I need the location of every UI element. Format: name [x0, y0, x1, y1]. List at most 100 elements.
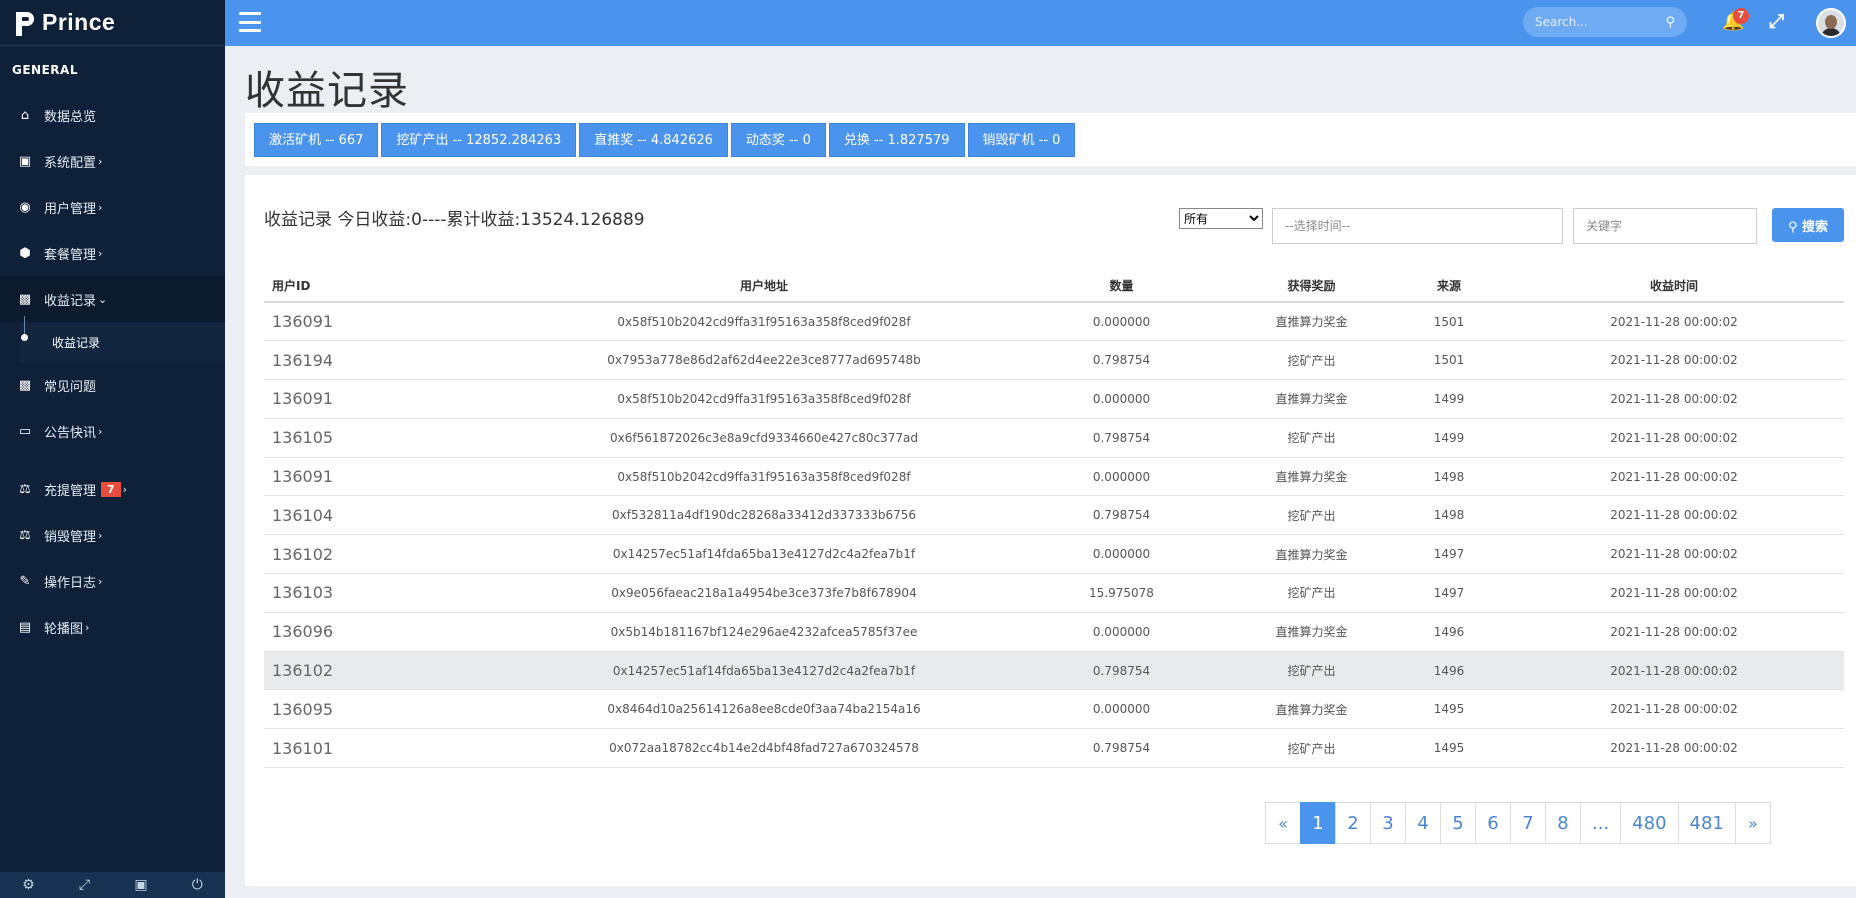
sidebar-item-label: 操作日志	[44, 575, 97, 591]
cell-address: 0x14257ec51af14fda65ba13e4127d2c4a2fea7b…	[514, 651, 1014, 691]
table-row[interactable]: 136194 0x7953a778e86d2af62d4ee22e3ce8777…	[264, 340, 1844, 381]
active-dot-icon	[21, 334, 28, 341]
brand[interactable]: Prince	[0, 0, 225, 46]
cell-time: 2021-11-28 00:00:02	[1504, 728, 1844, 769]
search-input[interactable]	[1535, 15, 1655, 29]
stat-direct-bonus[interactable]: 直推奖 -- 4.842626	[579, 122, 728, 157]
cell-source: 1497	[1394, 573, 1504, 613]
menu-toggle-icon[interactable]	[239, 12, 261, 32]
records-table: 用户ID 用户地址 数量 获得奖励 来源 收益时间 136091 0x58f51…	[264, 270, 1844, 769]
stat-activated-miners[interactable]: 激活矿机 -- 667	[254, 122, 379, 157]
table-row[interactable]: 136095 0x8464d10a25614126a8ee8cde0f3aa74…	[264, 689, 1844, 730]
money-icon: ▩	[18, 377, 32, 393]
sidebar-item-label: 常见问题	[44, 379, 97, 395]
table-row[interactable]: 136103 0x9e056faeac218a1a4954be3ce373fe7…	[264, 573, 1844, 613]
expand-icon[interactable]: ⤢	[79, 877, 90, 893]
cell-source: 1501	[1394, 340, 1504, 381]
sidebar-item-system-config[interactable]: ▣ 系统配置 ›	[0, 138, 225, 184]
table-row[interactable]: 136091 0x58f510b2042cd9ffa31f95163a358f8…	[264, 457, 1844, 497]
cell-time: 2021-11-28 00:00:02	[1504, 495, 1844, 536]
cell-time: 2021-11-28 00:00:02	[1504, 689, 1844, 730]
cell-time: 2021-11-28 00:00:02	[1504, 651, 1844, 691]
keyword-input[interactable]	[1573, 208, 1757, 244]
cell-address: 0x9e056faeac218a1a4954be3ce373fe7b8f6789…	[514, 573, 1014, 613]
stat-dynamic-bonus[interactable]: 动态奖 -- 0	[730, 122, 826, 157]
power-icon[interactable]: ⏻	[192, 877, 203, 893]
sidebar-item-dashboard[interactable]: ⌂ 数据总览	[0, 92, 225, 138]
cell-address: 0x6f561872026c3e8a9cfd9334660e427c80c377…	[514, 418, 1014, 458]
cell-user-id: 136091	[264, 457, 514, 497]
cell-amount: 0.798754	[1014, 651, 1229, 691]
table-row[interactable]: 136102 0x14257ec51af14fda65ba13e4127d2c4…	[264, 651, 1844, 691]
cell-source: 1501	[1394, 302, 1504, 342]
table-row[interactable]: 136091 0x58f510b2042cd9ffa31f95163a358f8…	[264, 302, 1844, 342]
table-row[interactable]: 136091 0x58f510b2042cd9ffa31f95163a358f8…	[264, 379, 1844, 419]
pagination-ellipsis: ...	[1580, 802, 1622, 844]
scale-icon: ⚖	[19, 481, 31, 497]
avatar[interactable]	[1816, 8, 1846, 38]
stat-burned-miners[interactable]: 销毁矿机 -- 0	[967, 122, 1076, 157]
sidebar-item-operation-log[interactable]: ✎ 操作日志 ›	[0, 558, 225, 604]
pagination-page[interactable]: 3	[1370, 802, 1406, 844]
stat-exchange[interactable]: 兑换 -- 1.827579	[828, 122, 965, 157]
table-row[interactable]: 136101 0x072aa18782cc4b14e2d4bf48fad727a…	[264, 728, 1844, 769]
sidebar-item-package-management[interactable]: ⬢ 套餐管理 ›	[0, 230, 225, 276]
search-icon[interactable]: ⚲	[1665, 15, 1675, 30]
cell-amount: 0.798754	[1014, 340, 1229, 381]
table-row[interactable]: 136105 0x6f561872026c3e8a9cfd9334660e427…	[264, 418, 1844, 458]
chevron-right-icon: ›	[98, 424, 103, 438]
search-button[interactable]: ⚲ 搜索	[1772, 208, 1844, 242]
sidebar-item-user-management[interactable]: ◉ 用户管理 ›	[0, 184, 225, 230]
cell-address: 0x14257ec51af14fda65ba13e4127d2c4a2fea7b…	[514, 534, 1014, 575]
pagination-next[interactable]: »	[1734, 802, 1771, 844]
sidebar-item-earnings[interactable]: ▩ 收益记录 ⌄	[0, 276, 225, 322]
cell-source: 1495	[1394, 728, 1504, 769]
pagination-page[interactable]: 8	[1545, 802, 1581, 844]
cell-address: 0x7953a778e86d2af62d4ee22e3ce8777ad69574…	[514, 340, 1014, 381]
cell-address: 0x58f510b2042cd9ffa31f95163a358f8ced9f02…	[514, 379, 1014, 419]
type-filter-select[interactable]: 所有	[1179, 208, 1263, 229]
pagination-page[interactable]: 6	[1475, 802, 1511, 844]
sidebar-item-faq[interactable]: ▩ 常见问题	[0, 362, 225, 408]
cell-source: 1499	[1394, 418, 1504, 458]
sidebar-subitem-label: 收益记录	[52, 335, 101, 350]
pagination-prev[interactable]: «	[1265, 802, 1301, 844]
cell-address: 0x072aa18782cc4b14e2d4bf48fad727a6703245…	[514, 728, 1014, 769]
cell-user-id: 136101	[264, 728, 514, 769]
gear-icon[interactable]: ⚙	[22, 877, 35, 893]
chevron-right-icon: ›	[98, 200, 103, 214]
cell-reward: 挖矿产出	[1229, 340, 1394, 381]
pagination-page[interactable]: 4	[1405, 802, 1441, 844]
cell-user-id: 136102	[264, 534, 514, 575]
sidebar-item-label: 收益记录	[44, 293, 97, 309]
pagination-page[interactable]: 5	[1440, 802, 1476, 844]
cell-amount: 0.000000	[1014, 689, 1229, 730]
table-row[interactable]: 136096 0x5b14b181167bf124e296ae4232afcea…	[264, 612, 1844, 652]
records-panel: 收益记录 今日收益:0----累计收益:13524.126889 所有 ⚲ 搜索…	[245, 175, 1856, 886]
sidebar-item-burn-management[interactable]: ⚖ 销毁管理 ›	[0, 512, 225, 558]
sidebar-item-deposit-withdraw[interactable]: ⚖ 充提管理 7 ›	[0, 466, 225, 512]
sidebar-subitem-earnings-records[interactable]: 收益记录	[20, 316, 225, 362]
cell-user-id: 136194	[264, 340, 514, 381]
sidebar-item-announcements[interactable]: ▭ 公告快讯 ›	[0, 408, 225, 454]
lock-icon[interactable]: ▣	[134, 877, 147, 893]
cell-amount: 0.798754	[1014, 418, 1229, 458]
cell-time: 2021-11-28 00:00:02	[1504, 302, 1844, 342]
sidebar-item-label: 公告快讯	[44, 425, 97, 441]
table-row[interactable]: 136104 0xf532811a4df190dc28268a33412d337…	[264, 495, 1844, 536]
cell-reward: 直推算力奖金	[1229, 612, 1394, 652]
table-row[interactable]: 136102 0x14257ec51af14fda65ba13e4127d2c4…	[264, 534, 1844, 575]
pagination-page[interactable]: 7	[1510, 802, 1546, 844]
topbar-search[interactable]: ⚲	[1523, 7, 1687, 37]
sidebar-item-carousel[interactable]: ▤ 轮播图 ›	[0, 604, 225, 650]
column-header: 收益时间	[1504, 270, 1844, 303]
stat-mining-output[interactable]: 挖矿产出 -- 12852.284263	[381, 122, 577, 157]
column-header: 获得奖励	[1229, 270, 1394, 303]
pagination-page[interactable]: 481	[1677, 802, 1736, 844]
pagination: « 1 2 3 4 5 6 7 8 ... 480 481 »	[1265, 802, 1771, 844]
fullscreen-icon[interactable]: ⤢	[1769, 10, 1784, 32]
pagination-page[interactable]: 1	[1300, 802, 1336, 844]
pagination-page[interactable]: 480	[1620, 802, 1679, 844]
pagination-page[interactable]: 2	[1335, 802, 1371, 844]
date-picker-input[interactable]	[1272, 208, 1563, 244]
